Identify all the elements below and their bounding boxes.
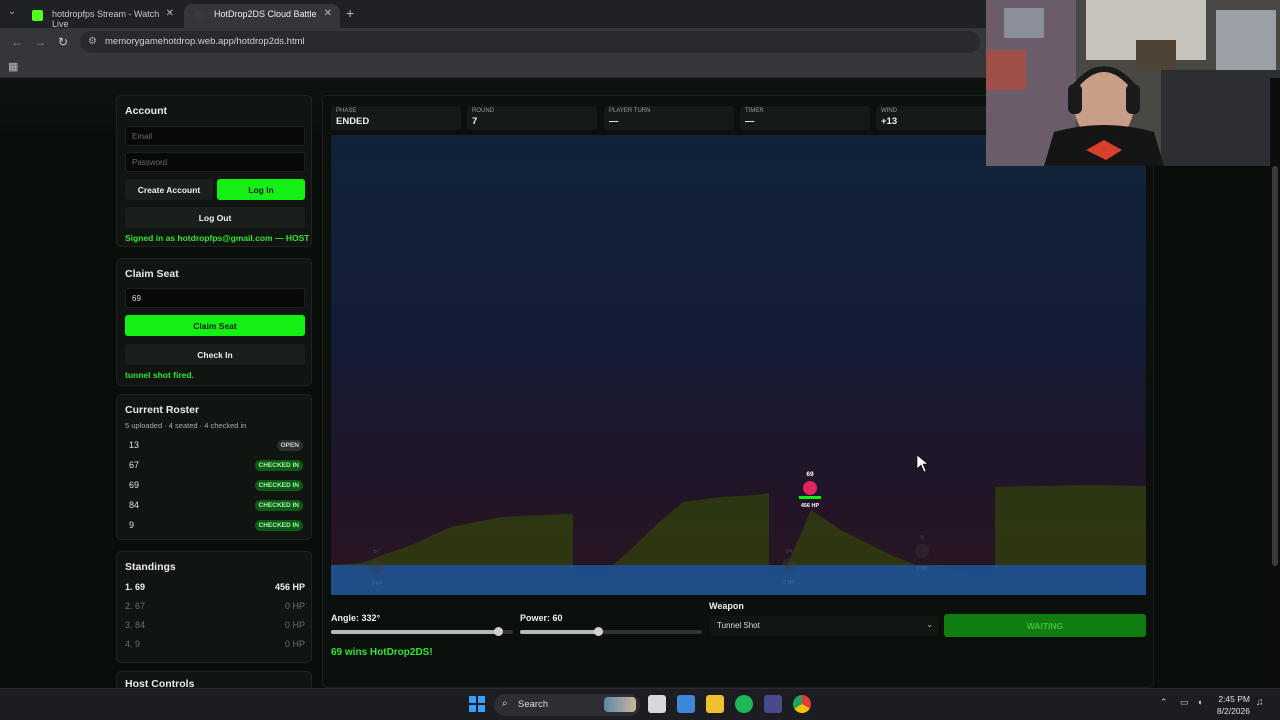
panel-title: Current Roster <box>125 404 200 416</box>
scrollbar[interactable] <box>1270 78 1280 688</box>
status-badge: CHECKED IN <box>254 500 303 511</box>
water <box>331 565 1146 595</box>
volume-icon[interactable]: ◖ <box>1197 697 1202 707</box>
notepad-icon[interactable] <box>677 695 695 713</box>
player-turn-stat: PLAYER TURN — <box>604 106 734 130</box>
notification-bell-icon[interactable]: ♫ <box>1256 697 1264 708</box>
fire-button[interactable]: WAITING <box>944 614 1146 637</box>
close-icon[interactable]: ✕ <box>324 8 332 19</box>
chevron-up-icon[interactable]: ⌃ <box>1160 697 1168 708</box>
globe-icon <box>194 10 205 21</box>
site-info-icon[interactable]: ⚙ <box>88 36 97 47</box>
reload-icon[interactable]: ↻ <box>58 35 68 49</box>
forward-icon[interactable]: → <box>34 35 46 49</box>
angle-slider[interactable] <box>331 627 513 636</box>
tab-label: hotdropfps Stream - Watch Live <box>52 9 160 29</box>
claim-seat-button[interactable]: Claim Seat <box>125 315 305 336</box>
taskbar-search[interactable]: ⌕ Search <box>494 694 640 716</box>
account-panel: Account Email Password Create Account Lo… <box>116 95 312 247</box>
panel-title: Claim Seat <box>125 268 179 280</box>
weapon-label: Weapon <box>709 601 744 611</box>
check-in-button[interactable]: Check In <box>125 344 305 365</box>
claim-seat-panel: Claim Seat 69 Claim Seat Check In tunnel… <box>116 258 312 386</box>
win-message: 69 wins HotDrop2DS! <box>331 647 433 658</box>
panel-title: Standings <box>125 561 176 573</box>
scrollbar-thumb[interactable] <box>1272 166 1278 566</box>
url-text: memorygamehotdrop.web.app/hotdrop2ds.htm… <box>105 36 305 47</box>
power-slider[interactable] <box>520 627 702 636</box>
taskbar-clock[interactable]: 2:45 PM 8/2/2026 <box>1217 693 1250 717</box>
password-field[interactable]: Password <box>125 152 305 172</box>
tab-stream[interactable]: hotdropfps Stream - Watch Live ✕ <box>22 4 182 29</box>
back-icon[interactable]: ← <box>11 35 23 49</box>
chrome-icon[interactable] <box>793 695 811 713</box>
tab-game[interactable]: HotDrop2DS Cloud Battle ✕ <box>184 4 340 28</box>
svg-text:0 HP: 0 HP <box>916 566 928 572</box>
svg-text:67: 67 <box>374 549 381 555</box>
player-name: 69 <box>806 471 814 478</box>
email-field[interactable]: Email <box>125 126 305 146</box>
host-controls-panel: Host Controls <box>116 671 312 690</box>
svg-text:84: 84 <box>786 549 793 555</box>
signed-in-status: Signed in as hotdropfps@gmail.com — HOST <box>125 233 310 243</box>
windows-start-icon[interactable] <box>468 695 486 713</box>
roster-row: 69 CHECKED IN <box>125 477 305 493</box>
roster-row: 9 CHECKED IN <box>125 517 305 533</box>
taskbar: ⌕ Search ⌃ ▭ ◖ 2:45 PM 8/2/2026 ♫ <box>0 688 1280 720</box>
angle-label: Angle: 332° <box>331 613 381 623</box>
url-field[interactable]: ⚙ memorygamehotdrop.web.app/hotdrop2ds.h… <box>80 31 980 53</box>
spotify-icon[interactable] <box>735 695 753 713</box>
roster-row: 67 CHECKED IN <box>125 457 305 473</box>
standings-panel: Standings 1. 69 456 HP 2. 67 0 HP 3. 84 … <box>116 551 312 663</box>
status-badge: CHECKED IN <box>254 460 303 471</box>
svg-text:0 HP: 0 HP <box>783 580 795 586</box>
hudfx-icon[interactable] <box>764 695 782 713</box>
round-stat: ROUND 7 <box>467 106 597 130</box>
power-slider-knob[interactable] <box>594 627 603 636</box>
roster-summary: 5 uploaded · 4 seated · 4 checked in <box>125 421 247 430</box>
game-arena[interactable]: 67 0 HP 84 0 HP 9 0 HP 69 456 HP <box>331 135 1146 595</box>
kick-icon <box>32 10 43 21</box>
player-hp: 456 HP <box>801 503 820 509</box>
angle-slider-fill <box>331 630 498 634</box>
file-explorer-icon[interactable] <box>706 695 724 713</box>
roster-panel: Current Roster 5 uploaded · 4 seated · 4… <box>116 394 312 540</box>
new-tab-icon[interactable]: + <box>346 5 354 21</box>
hp-bar-fill <box>799 496 821 499</box>
search-highlight-icon <box>604 697 636 712</box>
status-badge: OPEN <box>276 440 303 451</box>
roster-row: 84 CHECKED IN <box>125 497 305 513</box>
close-icon[interactable]: ✕ <box>166 8 174 19</box>
tab-label: HotDrop2DS Cloud Battle <box>214 9 317 19</box>
webcam-overlay <box>986 0 1280 166</box>
tab-search-icon[interactable]: ⌄ <box>5 6 19 20</box>
phase-stat: PHASE ENDED <box>331 106 461 130</box>
search-icon: ⌕ <box>502 698 508 709</box>
panel-title: Account <box>125 105 167 117</box>
status-badge: CHECKED IN <box>254 520 303 531</box>
seat-field[interactable]: 69 <box>125 288 305 308</box>
login-button[interactable]: Log In <box>217 179 305 200</box>
weapon-select[interactable]: Tunnel Shot ⌄ <box>709 616 939 636</box>
logout-button[interactable]: Log Out <box>125 207 305 228</box>
svg-text:0 HP: 0 HP <box>371 581 383 587</box>
angle-slider-knob[interactable] <box>494 627 503 636</box>
network-icon[interactable]: ▭ <box>1180 697 1189 708</box>
roster-row: 13 OPEN <box>125 437 305 453</box>
chevron-down-icon: ⌄ <box>926 620 933 629</box>
status-badge: CHECKED IN <box>254 480 303 491</box>
timer-stat: TIMER — <box>740 106 870 130</box>
power-label: Power: 60 <box>520 613 563 623</box>
create-account-button[interactable]: Create Account <box>125 179 213 200</box>
task-view-icon[interactable] <box>648 695 666 713</box>
apps-grid-icon[interactable]: ▦ <box>8 60 18 73</box>
power-slider-fill <box>520 630 598 634</box>
claim-status: tunnel shot fired. <box>125 370 194 380</box>
player-tank <box>803 481 817 495</box>
